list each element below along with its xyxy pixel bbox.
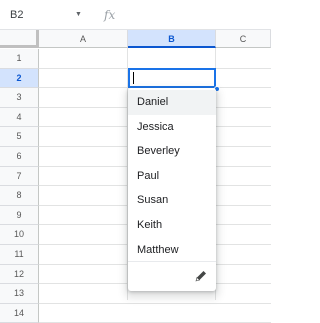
edit-dropdown-button[interactable]	[192, 267, 210, 285]
column-header-b[interactable]: B	[128, 30, 216, 48]
pencil-icon	[195, 271, 206, 282]
formula-input[interactable]	[124, 0, 271, 30]
dropdown-option[interactable]: Susan	[128, 188, 216, 213]
row-header-13[interactable]: 13	[0, 284, 39, 304]
dropdown-option[interactable]: Matthew	[128, 238, 216, 263]
active-cell-editor[interactable]	[128, 68, 216, 88]
dropdown-list: Daniel Jessica Beverley Paul Susan Keith…	[128, 88, 216, 291]
grid-row-line	[39, 302, 271, 304]
formula-bar: B2 ▼ fx	[0, 0, 271, 30]
dropdown-divider	[128, 261, 216, 262]
row-header-5[interactable]: 5	[0, 127, 39, 147]
row-header-14[interactable]: 14	[0, 303, 39, 323]
dropdown-option[interactable]: Paul	[128, 164, 216, 189]
row-header-10[interactable]: 10	[0, 225, 39, 245]
dropdown-option[interactable]: Jessica	[128, 115, 216, 140]
column-header-a[interactable]: A	[39, 30, 128, 48]
row-header-11[interactable]: 11	[0, 245, 39, 265]
row-header-12[interactable]: 12	[0, 264, 39, 285]
text-cursor	[133, 72, 134, 84]
triangle-down-icon[interactable]: ▼	[75, 0, 82, 30]
select-all-corner[interactable]	[0, 30, 39, 48]
row-header-8[interactable]: 8	[0, 186, 39, 206]
column-header-c[interactable]: C	[216, 30, 271, 48]
row-header-2[interactable]: 2	[0, 68, 39, 89]
row-header-3[interactable]: 3	[0, 88, 39, 108]
fx-icon: fx	[104, 8, 116, 22]
row-header-1[interactable]: 1	[0, 49, 39, 69]
row-header-9[interactable]: 9	[0, 205, 39, 226]
dropdown-option[interactable]: Daniel	[128, 90, 216, 115]
row-header-6[interactable]: 6	[0, 147, 39, 167]
dropdown-option[interactable]: Beverley	[128, 139, 216, 164]
row-header-7[interactable]: 7	[0, 166, 39, 187]
row-header-4[interactable]: 4	[0, 107, 39, 128]
dropdown-option[interactable]: Keith	[128, 213, 216, 238]
